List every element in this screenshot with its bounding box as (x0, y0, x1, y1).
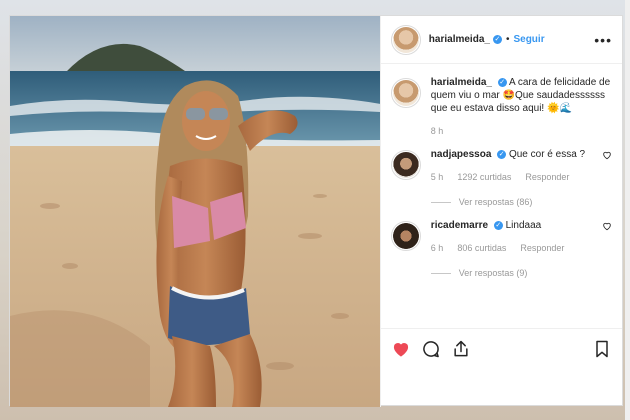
comment-likes-count[interactable]: 806 curtidas (457, 242, 506, 255)
comment-avatar[interactable] (390, 221, 421, 251)
comment-avatar[interactable] (390, 150, 421, 180)
page-backdrop-right (625, 0, 630, 420)
verified-badge-icon: ✓ (493, 220, 503, 230)
avatar-image (392, 26, 419, 53)
bookmark-icon[interactable] (592, 339, 612, 359)
comment-meta: 5 h 1292 curtidas Responder (431, 171, 612, 184)
view-replies-label: Ver respostas (9) (458, 268, 528, 278)
verified-badge-icon: ✓ (492, 35, 502, 44)
post-sidebar: harialmeida_ ✓ • Seguir ••• harialmeida_… (379, 16, 622, 407)
view-replies-label: Ver respostas (86) (458, 197, 533, 207)
caption-body: harialmeida_ ✓ A cara de felicidade de q… (431, 76, 612, 138)
author-avatar[interactable] (390, 24, 421, 55)
post-photo[interactable] (10, 16, 380, 407)
comment-icon[interactable] (421, 339, 441, 359)
comment-reply-button[interactable]: Responder (525, 171, 569, 184)
comment-reply-button[interactable]: Responder (520, 242, 564, 255)
avatar-image (392, 223, 419, 249)
view-replies-button[interactable]: Ver respostas (86) (430, 196, 612, 209)
comment-like-heart-icon[interactable] (602, 150, 612, 160)
more-options-icon[interactable]: ••• (594, 32, 612, 48)
caption-time: 8 h (430, 126, 444, 136)
caption-row: harialmeida_ ✓ A cara de felicidade de q… (390, 76, 612, 138)
comment-text: Que cor é essa ? (508, 149, 586, 160)
comment-time: 6 h (430, 243, 444, 253)
verified-badge-icon: ✓ (497, 77, 507, 87)
follow-button[interactable]: Seguir (513, 34, 544, 45)
post-header: harialmeida_ ✓ • Seguir ••• (380, 16, 622, 64)
author-username[interactable]: harialmeida_ (429, 34, 490, 45)
comment-item: nadjapessoa ✓ Que cor é essa ? 5 h 1292 … (390, 148, 612, 209)
comment-item: ricademarre ✓ Lindaaa 6 h 806 curtidas R… (390, 219, 612, 280)
avatar-image (392, 152, 419, 178)
avatar-image (392, 80, 419, 106)
comment-like-heart-icon[interactable] (602, 221, 612, 231)
comment-likes-count[interactable]: 1292 curtidas (457, 171, 511, 184)
caption-username[interactable]: harialmeida_ (431, 77, 492, 88)
beach-photo-illustration (10, 16, 380, 407)
caption-author-avatar[interactable] (390, 78, 421, 108)
heart-icon[interactable] (391, 339, 411, 359)
comment-username[interactable]: ricademarre (431, 220, 488, 231)
comment-username[interactable]: nadjapessoa (431, 149, 492, 160)
replies-line (430, 202, 451, 203)
comment-text: Lindaaa (505, 220, 542, 231)
verified-badge-icon: ✓ (497, 149, 507, 159)
comments-list[interactable]: harialmeida_ ✓ A cara de felicidade de q… (381, 64, 622, 327)
comment-meta: 6 h 806 curtidas Responder (431, 242, 612, 255)
caption-meta: 8 h (431, 125, 612, 138)
view-replies-button[interactable]: Ver respostas (9) (430, 267, 612, 280)
comment-time: 5 h (430, 172, 444, 182)
post-actions-bar (380, 328, 622, 368)
instagram-post: harialmeida_ ✓ • Seguir ••• harialmeida_… (9, 15, 623, 407)
comment-body: ricademarre ✓ Lindaaa 6 h 806 curtidas R… (430, 219, 612, 280)
separator-dot: • (505, 34, 510, 45)
share-icon[interactable] (451, 339, 471, 359)
replies-line (430, 273, 451, 274)
comment-body: nadjapessoa ✓ Que cor é essa ? 5 h 1292 … (430, 148, 612, 209)
